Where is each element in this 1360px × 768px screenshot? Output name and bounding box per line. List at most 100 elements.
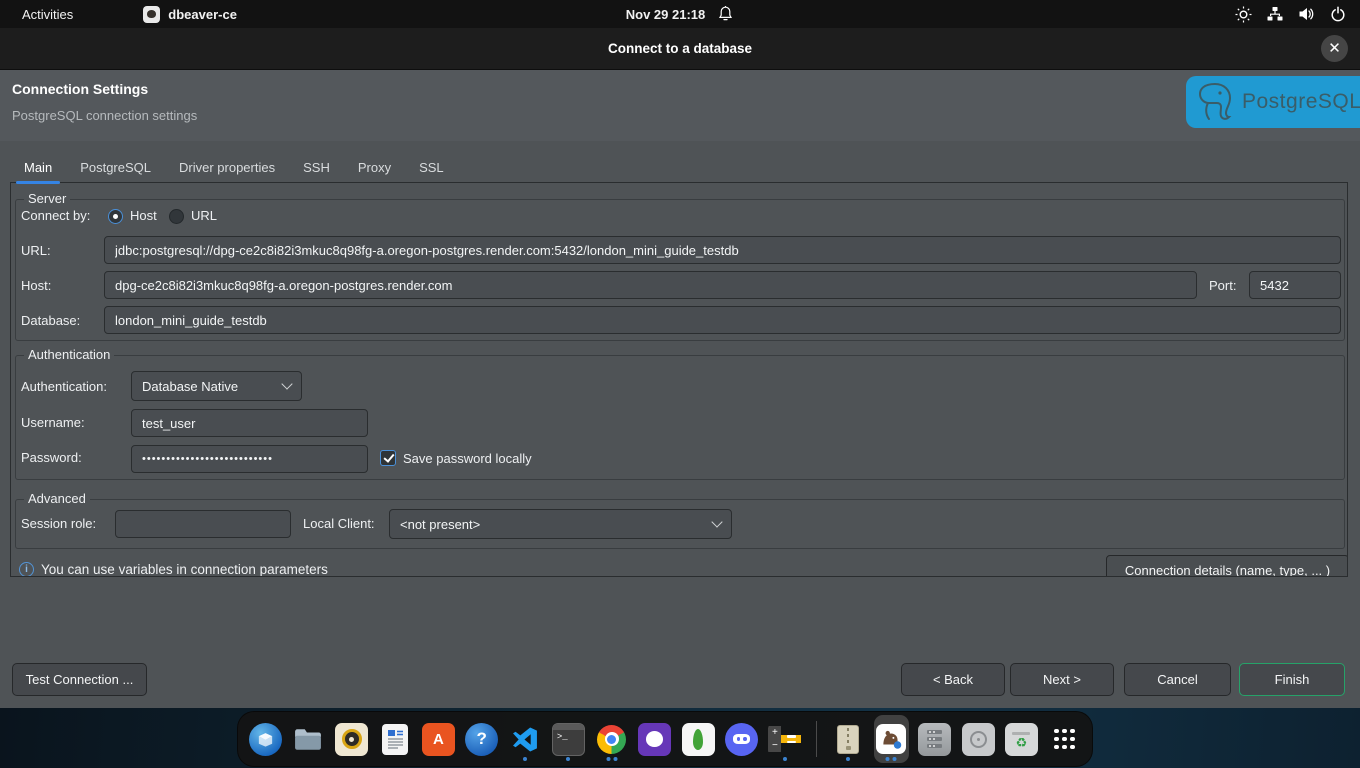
dock-item-app-grid[interactable] <box>1048 715 1082 763</box>
dock-item-calculator[interactable]: +− <box>768 715 802 763</box>
activities-button[interactable]: Activities <box>16 7 79 22</box>
host-label: Host: <box>21 278 51 293</box>
dialog-titlebar[interactable]: Connect to a database ✕ <box>0 28 1360 70</box>
database-input[interactable] <box>104 306 1341 334</box>
running-indicator <box>783 757 787 761</box>
dock-item-chrome[interactable] <box>595 715 629 763</box>
close-icon[interactable]: ✕ <box>1321 35 1348 62</box>
github-desktop-icon <box>638 723 671 756</box>
files-folder-icon <box>292 723 325 756</box>
app-menu-label: dbeaver-ce <box>168 7 237 22</box>
volume-icon[interactable] <box>1298 6 1315 22</box>
tab-driver-properties[interactable]: Driver properties <box>165 152 289 182</box>
server-group-legend: Server <box>24 191 70 206</box>
dock-item-discord[interactable] <box>724 715 758 763</box>
running-indicator <box>886 757 897 761</box>
save-password-label[interactable]: Save password locally <box>403 451 532 466</box>
vscode-icon <box>509 723 542 756</box>
url-input[interactable] <box>104 236 1341 264</box>
ubuntu-software-icon: A <box>422 723 455 756</box>
local-client-select-value: <not present> <box>400 517 480 532</box>
authentication-select-value: Database Native <box>142 379 238 394</box>
dbeaver-icon <box>143 6 160 23</box>
radio-url[interactable] <box>169 209 184 224</box>
save-password-checkbox[interactable] <box>380 450 396 466</box>
authentication-label: Authentication: <box>21 379 107 394</box>
dock-item-terminal[interactable]: >_ <box>551 715 585 763</box>
dock-item-trash[interactable]: ♻ <box>1004 715 1038 763</box>
tab-ssl[interactable]: SSL <box>405 152 458 182</box>
network-icon[interactable] <box>1267 6 1283 22</box>
username-label: Username: <box>21 415 85 430</box>
brightness-icon[interactable] <box>1235 6 1252 23</box>
rhythmbox-icon <box>335 723 368 756</box>
password-label: Password: <box>21 450 82 465</box>
dock-item-libreoffice-writer[interactable] <box>378 715 412 763</box>
dock: A ? >_ +− <box>237 711 1093 767</box>
mongodb-leaf-icon <box>682 723 715 756</box>
dock-separator <box>816 721 817 757</box>
next-button[interactable]: Next > <box>1010 663 1114 696</box>
tab-main[interactable]: Main <box>10 152 66 182</box>
dock-item-files[interactable] <box>291 715 325 763</box>
variables-hint-text: You can use variables in connection para… <box>41 562 328 577</box>
radio-host[interactable] <box>108 209 123 224</box>
dock-item-rhythmbox[interactable] <box>335 715 369 763</box>
session-role-label: Session role: <box>21 516 96 531</box>
host-input[interactable] <box>104 271 1197 299</box>
system-tray <box>1235 6 1346 23</box>
dock-item-dbeaver[interactable] <box>874 715 908 763</box>
dock-item-archive-manager[interactable] <box>831 715 865 763</box>
discord-icon <box>725 723 758 756</box>
power-icon[interactable] <box>1330 6 1346 22</box>
calculator-icon: +− <box>768 723 801 756</box>
finish-button[interactable]: Finish <box>1239 663 1345 696</box>
notification-bell-icon <box>717 5 734 23</box>
username-input[interactable] <box>131 409 368 437</box>
local-client-select[interactable]: <not present> <box>389 509 732 539</box>
dialog-body: Main PostgreSQL Driver properties SSH Pr… <box>0 141 1360 708</box>
tab-ssh[interactable]: SSH <box>289 152 344 182</box>
postgresql-logo-badge: PostgreSQL <box>1186 76 1360 128</box>
clock[interactable]: Nov 29 21:18 <box>626 7 706 22</box>
url-label: URL: <box>21 243 51 258</box>
chevron-down-icon <box>281 378 292 389</box>
port-input[interactable] <box>1249 271 1341 299</box>
connection-details-button[interactable]: Connection details (name, type, ... ) <box>1106 555 1348 577</box>
disks-icon <box>962 723 995 756</box>
page-subtitle: PostgreSQL connection settings <box>12 108 197 123</box>
session-role-input[interactable] <box>115 510 291 538</box>
libreoffice-writer-icon <box>382 724 408 755</box>
running-indicator <box>846 757 850 761</box>
dock-item-github-desktop[interactable] <box>638 715 672 763</box>
connect-by-label: Connect by: <box>21 208 90 223</box>
tab-content: Server Connect by: Host URL URL: Host: P… <box>10 183 1348 577</box>
radio-url-label[interactable]: URL <box>191 208 217 223</box>
back-button[interactable]: < Back <box>901 663 1005 696</box>
dock-item-vscode[interactable] <box>508 715 542 763</box>
dock-item-thunderbird[interactable] <box>248 715 282 763</box>
chrome-icon <box>597 725 626 754</box>
test-connection-button[interactable]: Test Connection ... <box>12 663 147 696</box>
dock-item-help[interactable]: ? <box>465 715 499 763</box>
archive-manager-icon <box>837 725 859 754</box>
tab-proxy[interactable]: Proxy <box>344 152 405 182</box>
app-menu[interactable]: dbeaver-ce <box>143 6 237 23</box>
top-panel: Activities dbeaver-ce Nov 29 21:18 <box>0 0 1360 28</box>
tab-postgresql[interactable]: PostgreSQL <box>66 152 165 182</box>
cancel-button[interactable]: Cancel <box>1124 663 1231 696</box>
dock-item-remote-servers[interactable] <box>918 715 952 763</box>
help-icon: ? <box>465 723 498 756</box>
chevron-down-icon <box>711 516 722 527</box>
dialog-header: Connection Settings PostgreSQL connectio… <box>0 70 1360 141</box>
dock-item-disks[interactable] <box>961 715 995 763</box>
page-title: Connection Settings <box>12 81 148 97</box>
dock-item-ubuntu-software[interactable]: A <box>421 715 455 763</box>
running-indicator <box>566 757 570 761</box>
port-label: Port: <box>1209 278 1236 293</box>
screen: Activities dbeaver-ce Nov 29 21:18 <box>0 0 1360 768</box>
radio-host-label[interactable]: Host <box>130 208 157 223</box>
authentication-select[interactable]: Database Native <box>131 371 302 401</box>
password-input[interactable] <box>131 445 368 473</box>
dock-item-mongodb[interactable] <box>681 715 715 763</box>
